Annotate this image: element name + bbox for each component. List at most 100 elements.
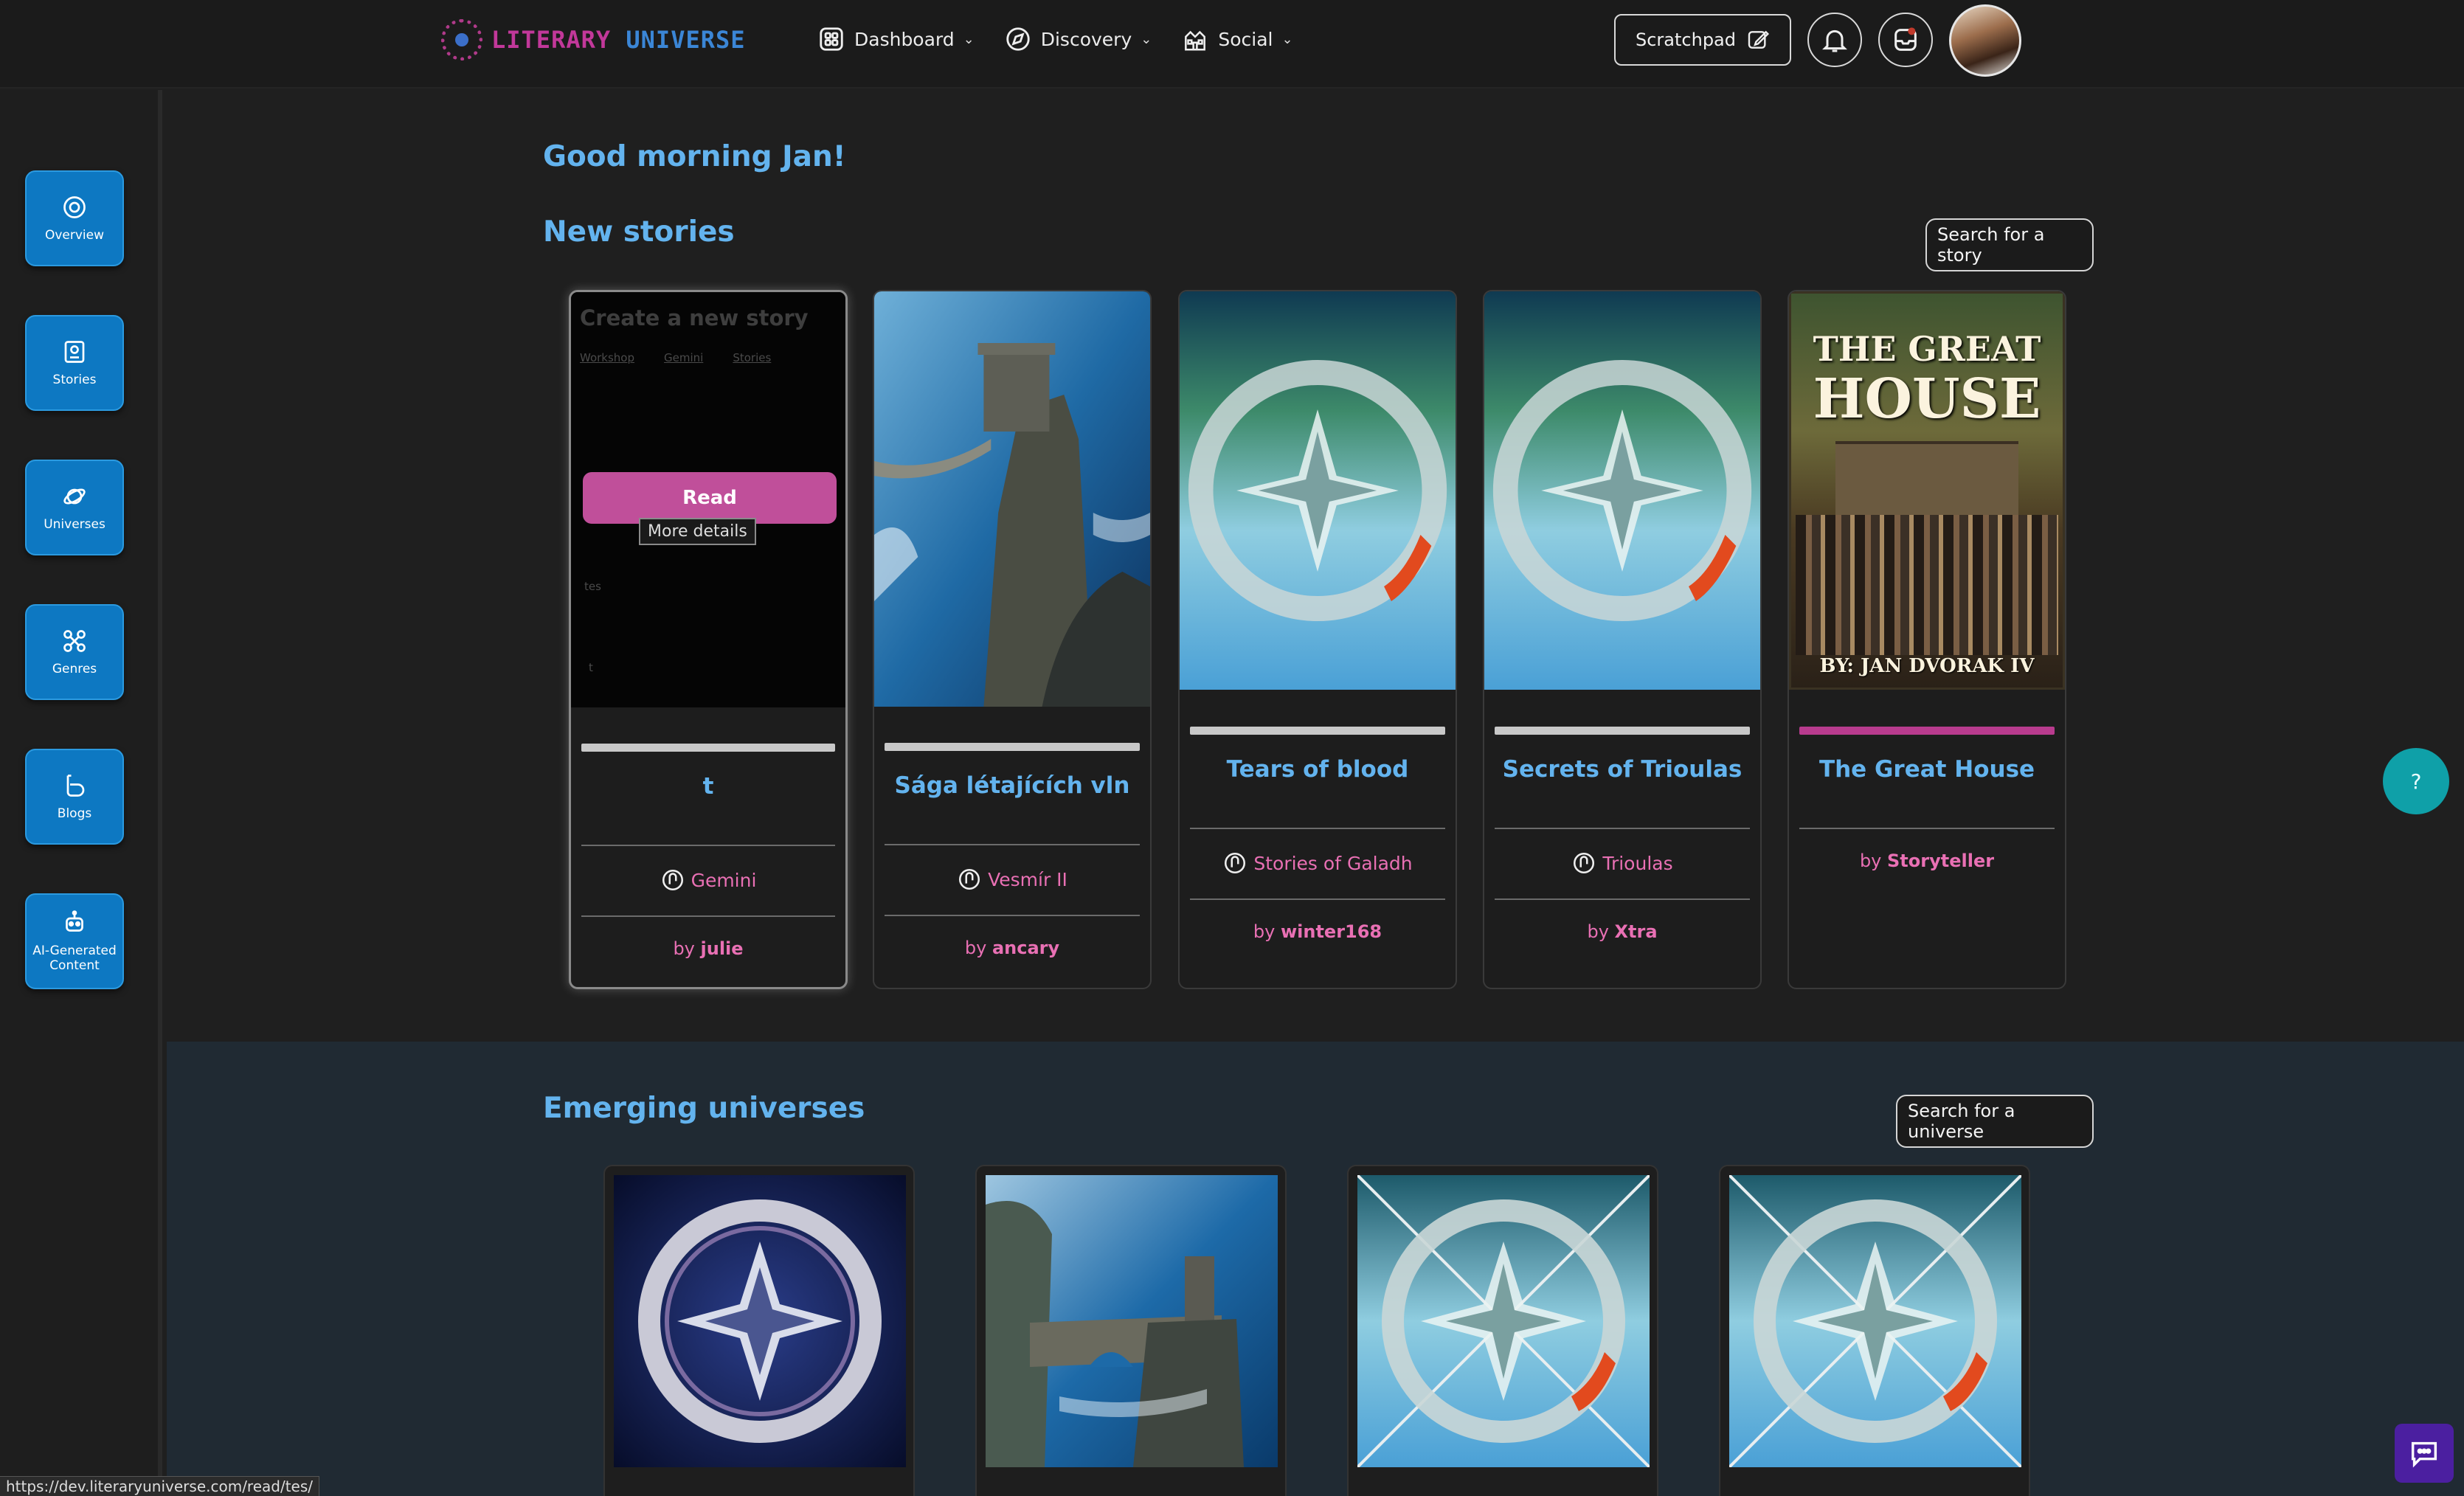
nav-social[interactable]: Social ⌄ <box>1181 22 1293 56</box>
nav-dashboard[interactable]: Dashboard ⌄ <box>817 22 975 56</box>
social-icon <box>1185 30 1206 51</box>
sidebar-item-label: Genres <box>52 662 97 676</box>
divider <box>1799 828 2055 829</box>
edit-icon <box>1748 30 1770 49</box>
divider <box>1495 828 1750 829</box>
logo-icon <box>441 19 482 60</box>
scratchpad-label: Scratchpad <box>1636 30 1736 50</box>
sidebar-item-blogs[interactable]: Blogs <box>25 749 124 845</box>
divider <box>1495 898 1750 900</box>
sidebar-item-ai-generated-content[interactable]: AI-Generated Content <box>25 893 124 989</box>
chevron-down-icon: ⌄ <box>963 31 975 47</box>
universe-card[interactable] <box>1347 1165 1658 1496</box>
top-navbar: LITERARY UNIVERSE Dashboard ⌄ Discovery … <box>0 0 2464 89</box>
chevron-down-icon: ⌄ <box>1141 31 1152 47</box>
story-title[interactable]: Secrets of Trioulas <box>1484 756 1760 783</box>
story-universe-link[interactable]: Stories of Galadh <box>1180 851 1456 876</box>
story-card[interactable]: Sága létajících vln Vesmír II by ancary <box>873 290 1152 989</box>
link-status-bar: https://dev.literaryuniverse.com/read/te… <box>0 1476 320 1496</box>
story-author: by Storyteller <box>1859 851 1995 871</box>
universe-card[interactable] <box>603 1165 915 1496</box>
messages-button[interactable] <box>1878 13 1933 67</box>
author-link[interactable]: ancary <box>992 938 1059 958</box>
ghost-form-title: Create a new story <box>580 305 809 330</box>
sidebar: Overview Stories Universes Genres Blogs … <box>0 90 162 1496</box>
nav-discovery[interactable]: Discovery ⌄ <box>1004 22 1152 56</box>
divider <box>581 915 835 917</box>
sidebar-item-label: Stories <box>52 373 97 387</box>
cover-crowd <box>1796 515 2058 655</box>
story-card[interactable]: Secrets of Trioulas Trioulas by Xtra <box>1483 290 1762 989</box>
nav-discovery-label: Discovery <box>1040 28 1132 50</box>
sidebar-item-stories[interactable]: Stories <box>25 315 124 411</box>
universe-cover <box>1357 1175 1650 1467</box>
divider <box>581 845 835 846</box>
chevron-down-icon: ⌄ <box>1281 31 1293 47</box>
ghost-field-value: t <box>589 661 593 674</box>
robot-icon <box>66 910 83 932</box>
sidebar-item-label: Blogs <box>57 806 92 821</box>
universe-card[interactable] <box>975 1165 1287 1496</box>
new-stories-heading: New stories <box>543 215 735 249</box>
help-button[interactable]: ? <box>2383 748 2449 814</box>
more-details-tooltip[interactable]: More details <box>639 518 756 545</box>
sidebar-item-universes[interactable]: Universes <box>25 460 124 555</box>
story-cover: THE GREAT HOUSE BY: JAN DVORAK IV <box>1789 291 2065 690</box>
story-title[interactable]: Tears of blood <box>1180 756 1456 783</box>
story-card[interactable]: Tears of blood Stories of Galadh by wint… <box>1178 290 1457 989</box>
sidebar-item-genres[interactable]: Genres <box>25 604 124 700</box>
progress-bar <box>1799 727 2055 735</box>
story-author: by winter168 <box>1253 921 1382 942</box>
author-link[interactable]: julie <box>701 938 744 959</box>
author-link[interactable]: Storyteller <box>1887 851 1994 871</box>
chat-button[interactable] <box>2395 1424 2454 1483</box>
cover-byline: BY: JAN DVORAK IV <box>1819 655 2035 677</box>
story-cover: Create a new story Workshop Gemini Stori… <box>571 292 845 707</box>
greeting-heading: Good morning Jan! <box>543 140 846 173</box>
user-avatar[interactable] <box>1949 4 2021 77</box>
bell-icon <box>1822 30 1847 52</box>
story-universe-link[interactable]: Gemini <box>571 868 845 893</box>
universe-icon <box>662 869 683 891</box>
nav-social-label: Social <box>1218 28 1273 50</box>
universe-card[interactable] <box>1719 1165 2030 1496</box>
universe-icon <box>959 868 980 890</box>
ghost-breadcrumb: Workshop Gemini Stories <box>580 351 772 364</box>
story-card[interactable]: Create a new story Workshop Gemini Stori… <box>569 290 848 989</box>
cover-title-line2: HOUSE <box>1813 367 2041 431</box>
read-button[interactable]: Read <box>583 472 837 524</box>
main-menu: Dashboard ⌄ Discovery ⌄ Social ⌄ <box>817 22 1293 56</box>
site-logo[interactable]: LITERARY UNIVERSE <box>441 19 746 60</box>
divider <box>885 915 1140 916</box>
overview-icon <box>63 196 86 218</box>
universe-cover <box>1729 1175 2021 1467</box>
story-card[interactable]: THE GREAT HOUSE BY: JAN DVORAK IV The Gr… <box>1788 290 2066 989</box>
notifications-button[interactable] <box>1807 13 1862 67</box>
sidebar-item-label: Overview <box>44 228 105 243</box>
universe-cover <box>614 1175 906 1467</box>
story-title[interactable]: The Great House <box>1789 756 2065 783</box>
divider <box>885 844 1140 845</box>
sidebar-item-label: Universes <box>44 517 105 532</box>
story-cover <box>1484 291 1760 690</box>
stories-icon <box>64 341 85 363</box>
story-title[interactable]: Sága létajících vln <box>874 772 1150 799</box>
progress-bar <box>1495 727 1750 735</box>
story-title[interactable]: t <box>571 773 845 800</box>
logo-text-universe: UNIVERSE <box>626 26 746 54</box>
scratchpad-button[interactable]: Scratchpad <box>1614 14 1791 66</box>
story-author: by ancary <box>964 938 1060 958</box>
discovery-icon <box>1006 27 1030 51</box>
story-universe-link[interactable]: Vesmír II <box>874 867 1150 892</box>
author-link[interactable]: Xtra <box>1615 921 1658 942</box>
universe-icon <box>1225 852 1246 874</box>
story-author: by Xtra <box>1587 921 1658 942</box>
blogs-icon <box>66 775 85 797</box>
universes-icon <box>63 488 86 505</box>
story-universe-link[interactable]: Trioulas <box>1484 851 1760 876</box>
progress-bar <box>581 744 835 752</box>
sidebar-item-overview[interactable]: Overview <box>25 170 124 266</box>
search-story-button[interactable]: Search for a story <box>1925 218 2094 271</box>
search-universe-button[interactable]: Search for a universe <box>1896 1095 2094 1148</box>
author-link[interactable]: winter168 <box>1281 921 1382 942</box>
